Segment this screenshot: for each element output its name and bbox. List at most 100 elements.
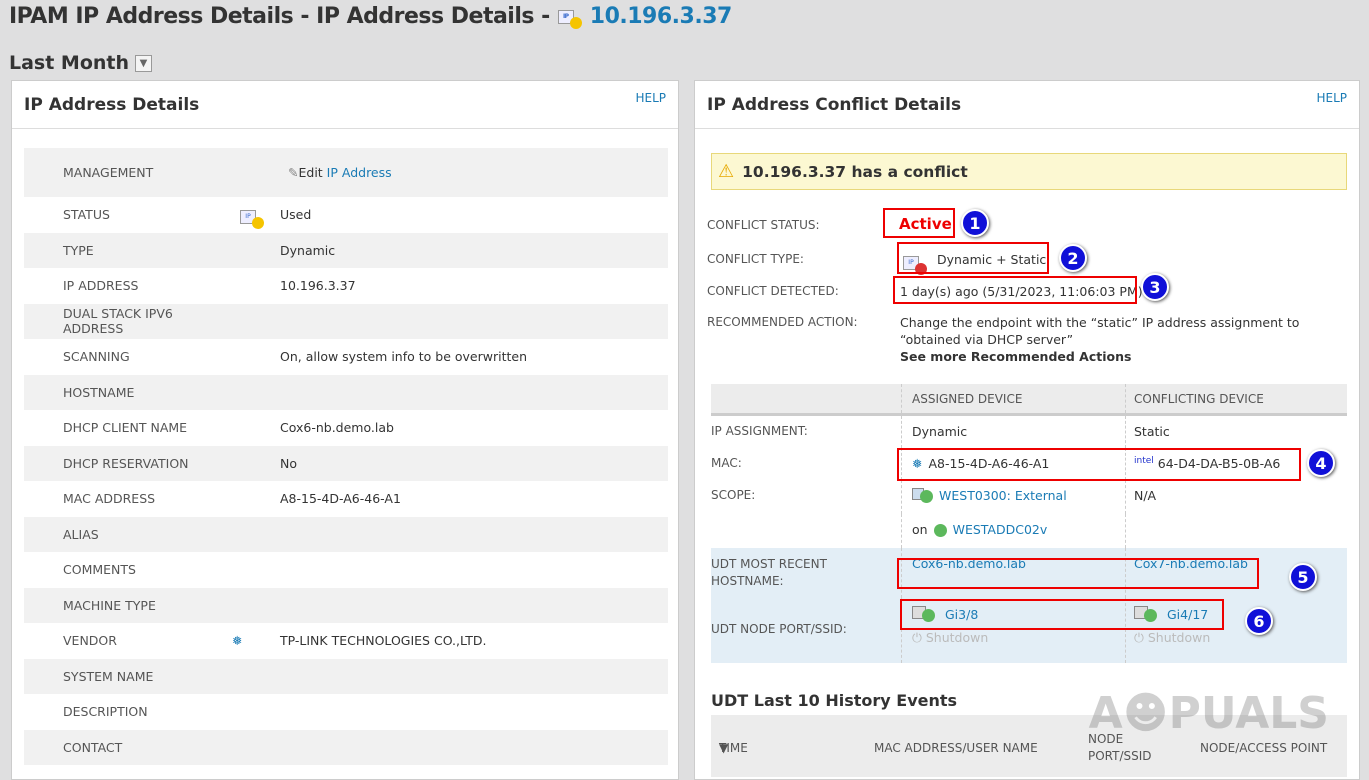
col-conflicting: CONFLICTING DEVICE — [1125, 384, 1347, 413]
title-ip: 10.196.3.37 — [589, 4, 733, 29]
col-node[interactable]: NODE/ACCESS POINT — [1200, 741, 1327, 755]
action-text: Change the endpoint with the “static” IP… — [900, 315, 1300, 347]
page-title: IPAM IP Address Details - IP Address Det… — [9, 4, 732, 29]
detail-value: 10.196.3.37 — [280, 278, 356, 294]
detail-row: COMMENTS — [24, 552, 668, 588]
detail-row: SCANNING On, allow system info to be over… — [24, 339, 668, 375]
detail-label: TYPE — [63, 242, 94, 258]
detail-row: DUAL STACK IPV6 ADDRESS — [24, 303, 668, 339]
detail-label: CONTACT — [63, 739, 123, 755]
detail-row: MAC ADDRESS A8-15-4D-A6-46-A1 — [24, 481, 668, 517]
row-label: UDT MOST RECENT HOSTNAME: — [711, 557, 827, 588]
badge-6: 6 — [1245, 607, 1273, 635]
detail-row: CONTACT — [24, 729, 668, 765]
detail-value: Cox6-nb.demo.lab — [280, 420, 394, 436]
badge-1: 1 — [961, 209, 989, 237]
detail-label: DUAL STACK IPV6 ADDRESS — [63, 306, 173, 337]
ip-used-icon: IP — [240, 209, 264, 229]
scope-link[interactable]: WEST0300: External — [939, 488, 1067, 503]
detail-label: MANAGEMENT — [63, 165, 154, 180]
detail-label: IP ADDRESS — [63, 278, 139, 294]
power-icon: ⏻ — [1134, 630, 1144, 645]
conflicting-ip-assignment: Static — [1125, 416, 1347, 448]
title-text: IPAM IP Address Details - IP Address Det… — [9, 4, 550, 29]
detail-value: A8-15-4D-A6-46-A1 — [280, 491, 401, 507]
highlight-box — [897, 242, 1049, 274]
detail-row: DHCP RESERVATION No — [24, 445, 668, 481]
detail-value: No — [280, 455, 297, 471]
detail-label: SCANNING — [63, 349, 130, 365]
col-time[interactable]: TIME ▼ — [719, 741, 748, 755]
history-title: UDT Last 10 History Events — [711, 691, 958, 710]
detail-row: MANAGEMENT ✎Edit IP Address — [24, 148, 668, 197]
type-label: CONFLICT TYPE: — [707, 252, 804, 266]
detail-row: TYPE Dynamic — [24, 232, 668, 268]
detected-label: CONFLICT DETECTED: — [707, 284, 839, 298]
detail-value: On, allow system info to be overwritten — [280, 349, 527, 365]
detail-row: DESCRIPTION — [24, 694, 668, 730]
badge-2: 2 — [1059, 244, 1087, 272]
detail-label: STATUS — [63, 207, 110, 223]
period-label: Last Month — [9, 52, 130, 74]
detail-label: SYSTEM NAME — [63, 668, 154, 684]
help-link[interactable]: HELP — [635, 91, 666, 105]
col-mac[interactable]: MAC ADDRESS/USER NAME — [874, 741, 1038, 755]
ip-details-panel: IP Address Details HELP MANAGEMENT ✎Edit I… — [11, 80, 679, 780]
details-table: MANAGEMENT ✎Edit IP Address STATUS IP Used TY… — [24, 148, 668, 765]
assigned-ip-assignment: Dynamic — [901, 416, 1125, 448]
recommended-actions-link[interactable]: See more Recommended Actions — [900, 349, 1131, 364]
detail-row: STATUS IP Used — [24, 197, 668, 233]
badge-4: 4 — [1307, 449, 1335, 477]
detail-value: Used — [280, 207, 312, 223]
edit-ip-link[interactable]: ✎Edit IP Address — [288, 165, 392, 180]
warning-icon: ⚠ — [718, 161, 735, 182]
detail-label: DHCP RESERVATION — [63, 455, 189, 471]
alert-text: 10.196.3.37 has a conflict — [742, 162, 968, 181]
panel-title: IP Address Conflict Details — [707, 95, 962, 115]
detail-value: TP-LINK TECHNOLOGIES CO.,LTD. — [280, 633, 487, 649]
highlight-box — [900, 599, 1224, 630]
shutdown-button[interactable]: Shutdown — [1148, 630, 1210, 645]
detail-row: SYSTEM NAME — [24, 658, 668, 694]
action-label: RECOMMENDED ACTION: — [707, 315, 858, 329]
row-label: MAC: — [711, 456, 742, 470]
highlight-box — [897, 558, 1259, 589]
row-label: SCOPE: — [711, 488, 756, 502]
detail-label: HOSTNAME — [63, 384, 135, 400]
panel-title: IP Address Details — [24, 95, 200, 115]
status-label: CONFLICT STATUS: — [707, 218, 820, 232]
chevron-down-icon[interactable]: ▼ — [135, 54, 153, 72]
detail-row: IP ADDRESS 10.196.3.37 — [24, 268, 668, 304]
row-label: IP ASSIGNMENT: — [711, 424, 808, 438]
detail-label: VENDOR — [63, 633, 117, 649]
help-link[interactable]: HELP — [1316, 91, 1347, 105]
watermark-logo: A☻PUALS — [1088, 688, 1329, 739]
conflicting-scope: N/A — [1125, 480, 1347, 514]
power-icon: ⏻ — [912, 630, 922, 645]
on-text: on — [912, 522, 928, 537]
detail-value: Dynamic — [280, 242, 336, 258]
detail-row: ALIAS — [24, 516, 668, 552]
detail-label: DESCRIPTION — [63, 704, 148, 720]
pencil-icon: ✎ — [288, 165, 299, 180]
badge-3: 3 — [1141, 273, 1169, 301]
col-assigned: ASSIGNED DEVICE — [901, 384, 1125, 413]
detail-row: HOSTNAME — [24, 374, 668, 410]
conflict-details-panel: IP Address Conflict Details HELP ⚠ 10.196.… — [694, 80, 1360, 780]
conflict-alert: ⚠ 10.196.3.37 has a conflict — [711, 153, 1347, 190]
server-link[interactable]: WESTADDC02v — [953, 522, 1048, 537]
detail-label: COMMENTS — [63, 562, 136, 578]
detail-label: DHCP CLIENT NAME — [63, 420, 188, 436]
detail-label: ALIAS — [63, 526, 99, 542]
detail-label: MACHINE TYPE — [63, 597, 156, 613]
period-selector[interactable]: Last Month ▼ — [9, 52, 153, 74]
shutdown-button[interactable]: Shutdown — [926, 630, 988, 645]
highlight-box — [883, 208, 955, 238]
badge-5: 5 — [1289, 563, 1317, 591]
row-label: UDT NODE PORT/SSID: — [711, 622, 847, 636]
status-up-icon — [933, 524, 947, 537]
highlight-box — [893, 276, 1137, 304]
detail-row: DHCP CLIENT NAME Cox6-nb.demo.lab — [24, 410, 668, 446]
highlight-box — [897, 448, 1301, 481]
detail-row: MACHINE TYPE — [24, 587, 668, 623]
